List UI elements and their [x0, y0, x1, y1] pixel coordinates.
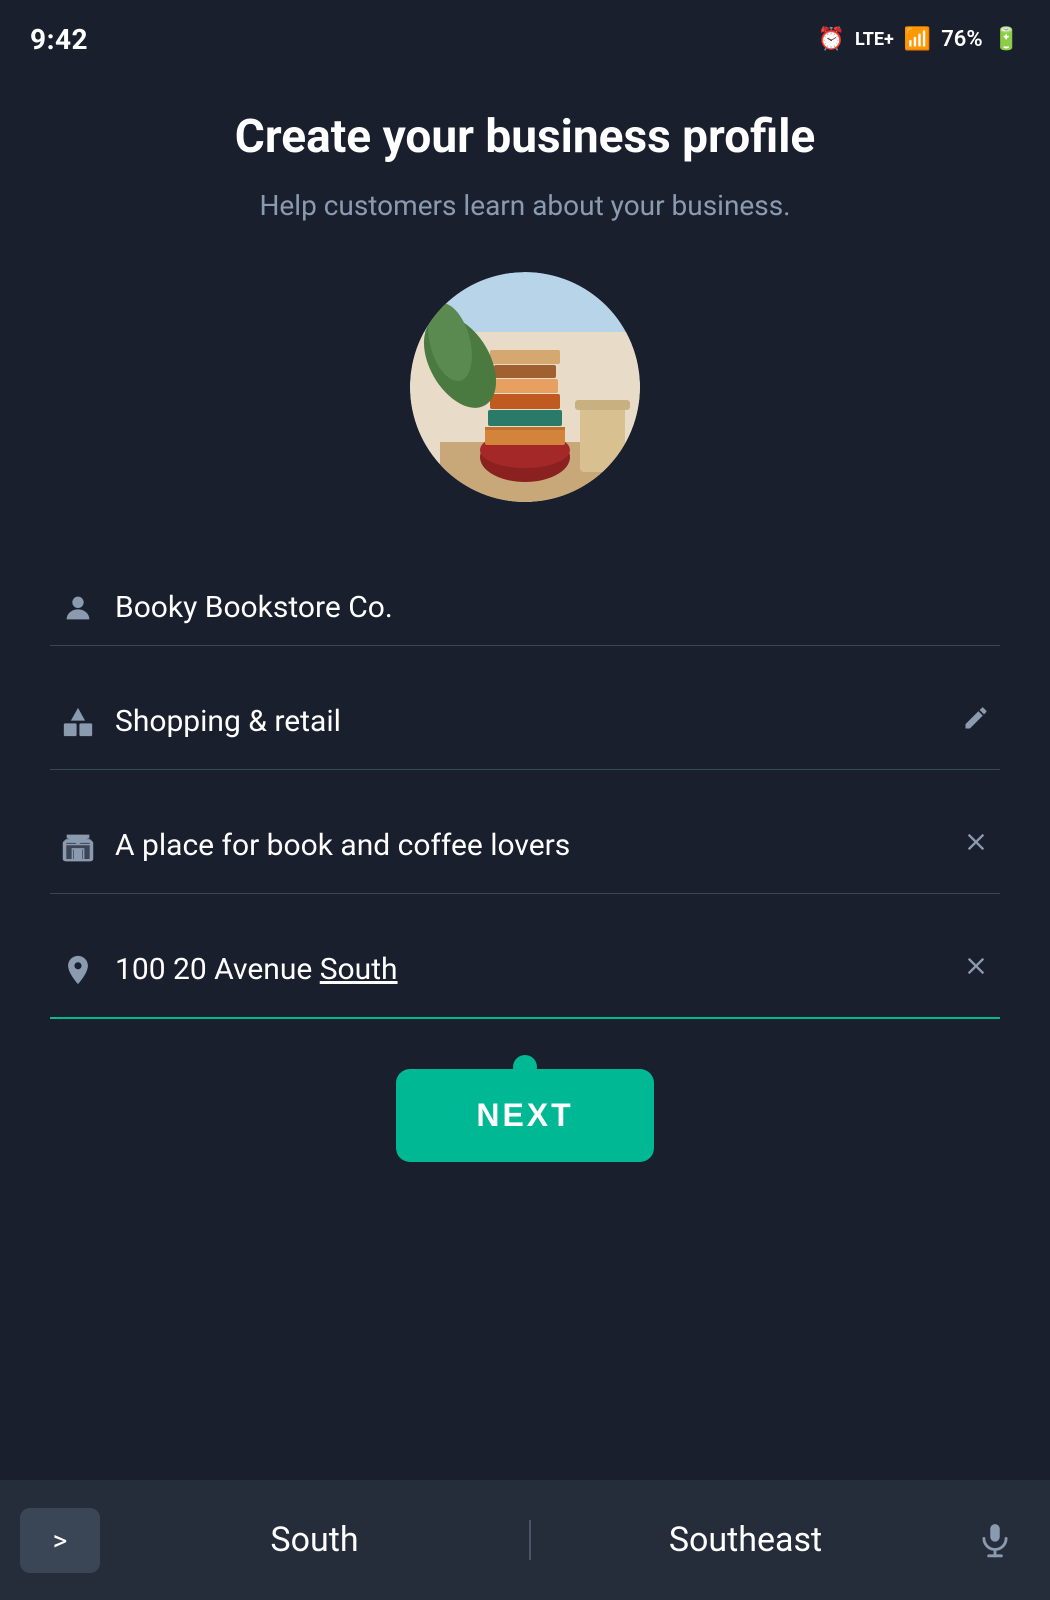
keyboard-bar: > South Southeast	[0, 1480, 1050, 1600]
description-field[interactable]: A place for book and coffee lovers	[50, 790, 1000, 894]
category-field[interactable]: Shopping & retail	[50, 666, 1000, 770]
signal-icon: 📶	[904, 27, 931, 52]
description-clear-icon[interactable]	[952, 818, 1000, 873]
form-container: Booky Bookstore Co. Shopping & retail	[50, 562, 1000, 1039]
person-icon	[50, 591, 105, 625]
store-icon	[50, 829, 105, 863]
description-value: A place for book and coffee lovers	[105, 828, 952, 863]
address-text-before: 100 20 Avenue	[115, 952, 320, 987]
chevron-right-icon: >	[53, 1524, 68, 1557]
category-icon	[50, 705, 105, 739]
main-content: Create your business profile Help custom…	[0, 70, 1050, 1162]
keyboard-suggestions: South Southeast	[100, 1510, 960, 1570]
alarm-icon: ⏰	[818, 27, 845, 52]
business-name-field[interactable]: Booky Bookstore Co.	[50, 562, 1000, 646]
lte-icon: LTE+	[855, 29, 894, 50]
address-value: 100 20 Avenue South	[105, 952, 952, 987]
suggestion-south[interactable]: South	[100, 1510, 529, 1570]
cursor-indicator	[513, 1055, 537, 1079]
status-time: 9:42	[30, 23, 88, 56]
business-avatar[interactable]	[410, 272, 640, 502]
address-clear-icon[interactable]	[952, 942, 1000, 997]
address-field[interactable]: 100 20 Avenue South	[50, 914, 1000, 1019]
page-subtitle: Help customers learn about your business…	[259, 189, 790, 222]
next-button-container: NEXT	[396, 1069, 653, 1162]
business-name-value: Booky Bookstore Co.	[105, 590, 1000, 625]
location-icon	[50, 953, 105, 987]
category-value: Shopping & retail	[105, 704, 952, 739]
status-icons: ⏰ LTE+ 📶 76% 🔋	[818, 27, 1020, 52]
next-button[interactable]: NEXT	[396, 1069, 653, 1162]
address-text-highlighted: South	[320, 952, 398, 987]
page-title: Create your business profile	[235, 110, 815, 165]
mic-button[interactable]	[960, 1521, 1030, 1559]
edit-icon[interactable]	[952, 694, 1000, 749]
battery-icon: 🔋	[993, 27, 1020, 52]
keyboard-chevron-button[interactable]: >	[20, 1508, 100, 1573]
suggestion-southeast[interactable]: Southeast	[531, 1510, 960, 1570]
battery-text: 76%	[941, 27, 982, 52]
status-bar: 9:42 ⏰ LTE+ 📶 76% 🔋	[0, 0, 1050, 70]
